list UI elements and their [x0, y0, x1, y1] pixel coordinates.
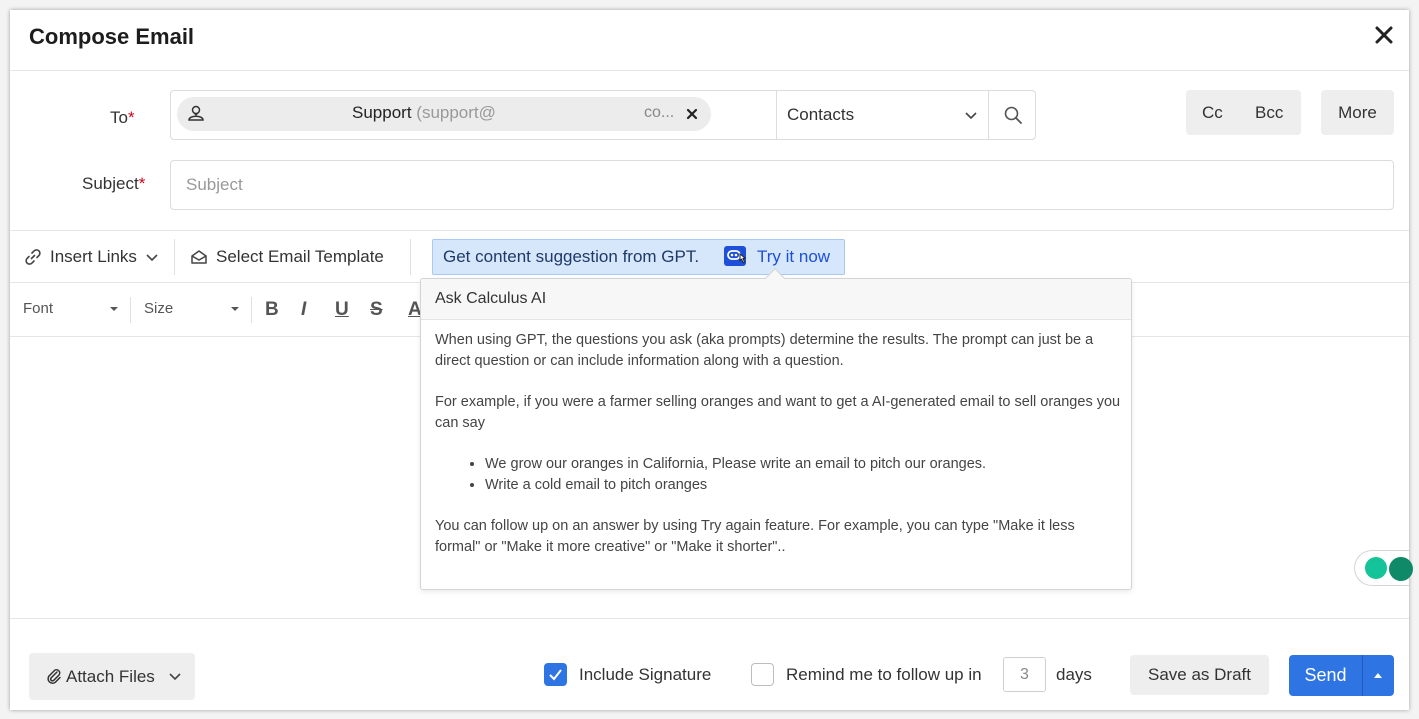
- subject-label-text: Subject: [82, 174, 139, 193]
- days-label: days: [1056, 665, 1092, 684]
- remind-label: Remind me to follow up in: [786, 665, 982, 684]
- required-mark: *: [138, 174, 146, 193]
- insert-links-button[interactable]: Insert Links: [24, 231, 159, 282]
- example-prompts-list: We grow our oranges in California, Pleas…: [485, 454, 1121, 496]
- include-signature-checkbox[interactable]: [544, 663, 567, 686]
- strikethrough-button[interactable]: S: [370, 299, 383, 321]
- popover-paragraph: You can follow up on an answer by using …: [435, 518, 1075, 555]
- recipient-name: Support (support@: [352, 103, 496, 123]
- recipient-ellipsis: co...: [644, 104, 675, 121]
- subject-input[interactable]: [172, 162, 1392, 208]
- toolbar-divider: [174, 239, 175, 275]
- toolbar-divider: [251, 297, 252, 323]
- toolbar-divider: [130, 297, 131, 323]
- size-select[interactable]: Size: [144, 300, 173, 317]
- caret-up-icon: [1374, 673, 1382, 678]
- paperclip-icon: [47, 669, 61, 684]
- recipient-name-text: Support: [352, 103, 412, 122]
- contacts-select[interactable]: Contacts: [776, 91, 988, 139]
- dialog-footer: Attach Files Include Signature Remind me…: [10, 640, 1409, 710]
- insert-links-label: Insert Links: [50, 246, 137, 266]
- send-button[interactable]: Send: [1289, 655, 1362, 696]
- ask-calculus-ai-popover: Ask Calculus AI When using GPT, the ques…: [420, 268, 1132, 590]
- more-button[interactable]: More: [1321, 90, 1394, 135]
- bold-button[interactable]: B: [265, 299, 279, 321]
- font-select[interactable]: Font: [23, 300, 53, 317]
- lightbulb-icon[interactable]: [1365, 557, 1387, 579]
- popover-paragraph: When using GPT, the questions you ask (a…: [435, 332, 1094, 369]
- cc-button[interactable]: Cc: [1202, 103, 1223, 123]
- chevron-down-icon: [146, 253, 158, 261]
- send-options-button[interactable]: [1362, 655, 1394, 696]
- italic-button[interactable]: I: [301, 299, 306, 321]
- chevron-down-icon: [169, 673, 181, 681]
- search-contacts-button[interactable]: [988, 91, 1036, 139]
- underline-button[interactable]: U: [335, 299, 349, 321]
- to-field[interactable]: Support (support@ co... Contacts: [170, 90, 1036, 140]
- gpt-suggestion-banner[interactable]: Get content suggestion from GPT. Try it …: [432, 239, 845, 275]
- subject-field: [170, 160, 1394, 210]
- select-email-template-button[interactable]: Select Email Template: [190, 231, 384, 282]
- grammarly-widget[interactable]: [1354, 550, 1413, 586]
- remove-recipient-icon[interactable]: [686, 108, 698, 120]
- select-template-label: Select Email Template: [216, 246, 384, 266]
- required-mark: *: [127, 108, 135, 127]
- gpt-suggestion-text: Get content suggestion from GPT.: [443, 247, 700, 266]
- popover-title: Ask Calculus AI: [435, 290, 547, 307]
- toolbar-divider: [410, 239, 411, 275]
- list-item: Write a cold email to pitch oranges: [485, 475, 1121, 496]
- to-label-text: To: [110, 108, 128, 127]
- grammarly-icon[interactable]: [1389, 557, 1413, 581]
- save-as-draft-button[interactable]: Save as Draft: [1130, 655, 1269, 695]
- search-icon: [1004, 106, 1022, 124]
- follow-up-reminder-checkbox[interactable]: [751, 663, 774, 686]
- popover-paragraph: For example, if you were a farmer sellin…: [435, 394, 1121, 431]
- subject-label: Subject*: [82, 174, 145, 194]
- dialog-title: Compose Email: [29, 24, 195, 49]
- attach-files-label: Attach Files: [66, 667, 155, 686]
- attach-files-button[interactable]: Attach Files: [29, 653, 195, 700]
- try-it-now-link[interactable]: Try it now: [757, 247, 830, 267]
- popover-body: When using GPT, the questions you ask (a…: [435, 330, 1121, 578]
- include-signature-label: Include Signature: [579, 665, 712, 684]
- reminder-days-input[interactable]: [1003, 657, 1046, 692]
- ai-assistant-icon[interactable]: [723, 245, 749, 269]
- popover-header: Ask Calculus AI: [421, 279, 1131, 320]
- compose-email-dialog: Compose Email To* Support (support@ co..…: [10, 10, 1413, 710]
- chevron-down-icon: [965, 112, 977, 120]
- bcc-button[interactable]: Bcc: [1255, 103, 1283, 123]
- list-item: We grow our oranges in California, Pleas…: [485, 454, 1121, 475]
- size-caret-icon: [231, 307, 239, 311]
- link-icon: [25, 248, 41, 265]
- contact-icon: [188, 105, 204, 121]
- close-icon[interactable]: [1373, 24, 1395, 46]
- compose-toolbar: Insert Links Select Email Template Get c…: [10, 230, 1409, 283]
- recipient-email: (support@: [416, 103, 496, 122]
- envelope-open-icon: [191, 249, 207, 264]
- to-label: To*: [110, 108, 135, 128]
- font-caret-icon: [110, 307, 118, 311]
- recipient-chip[interactable]: Support (support@ co...: [177, 97, 711, 131]
- contacts-select-value: Contacts: [787, 105, 855, 124]
- checkmark-icon: [549, 669, 562, 681]
- cc-bcc-group: Cc Bcc: [1186, 90, 1301, 135]
- dialog-header: Compose Email: [10, 10, 1409, 71]
